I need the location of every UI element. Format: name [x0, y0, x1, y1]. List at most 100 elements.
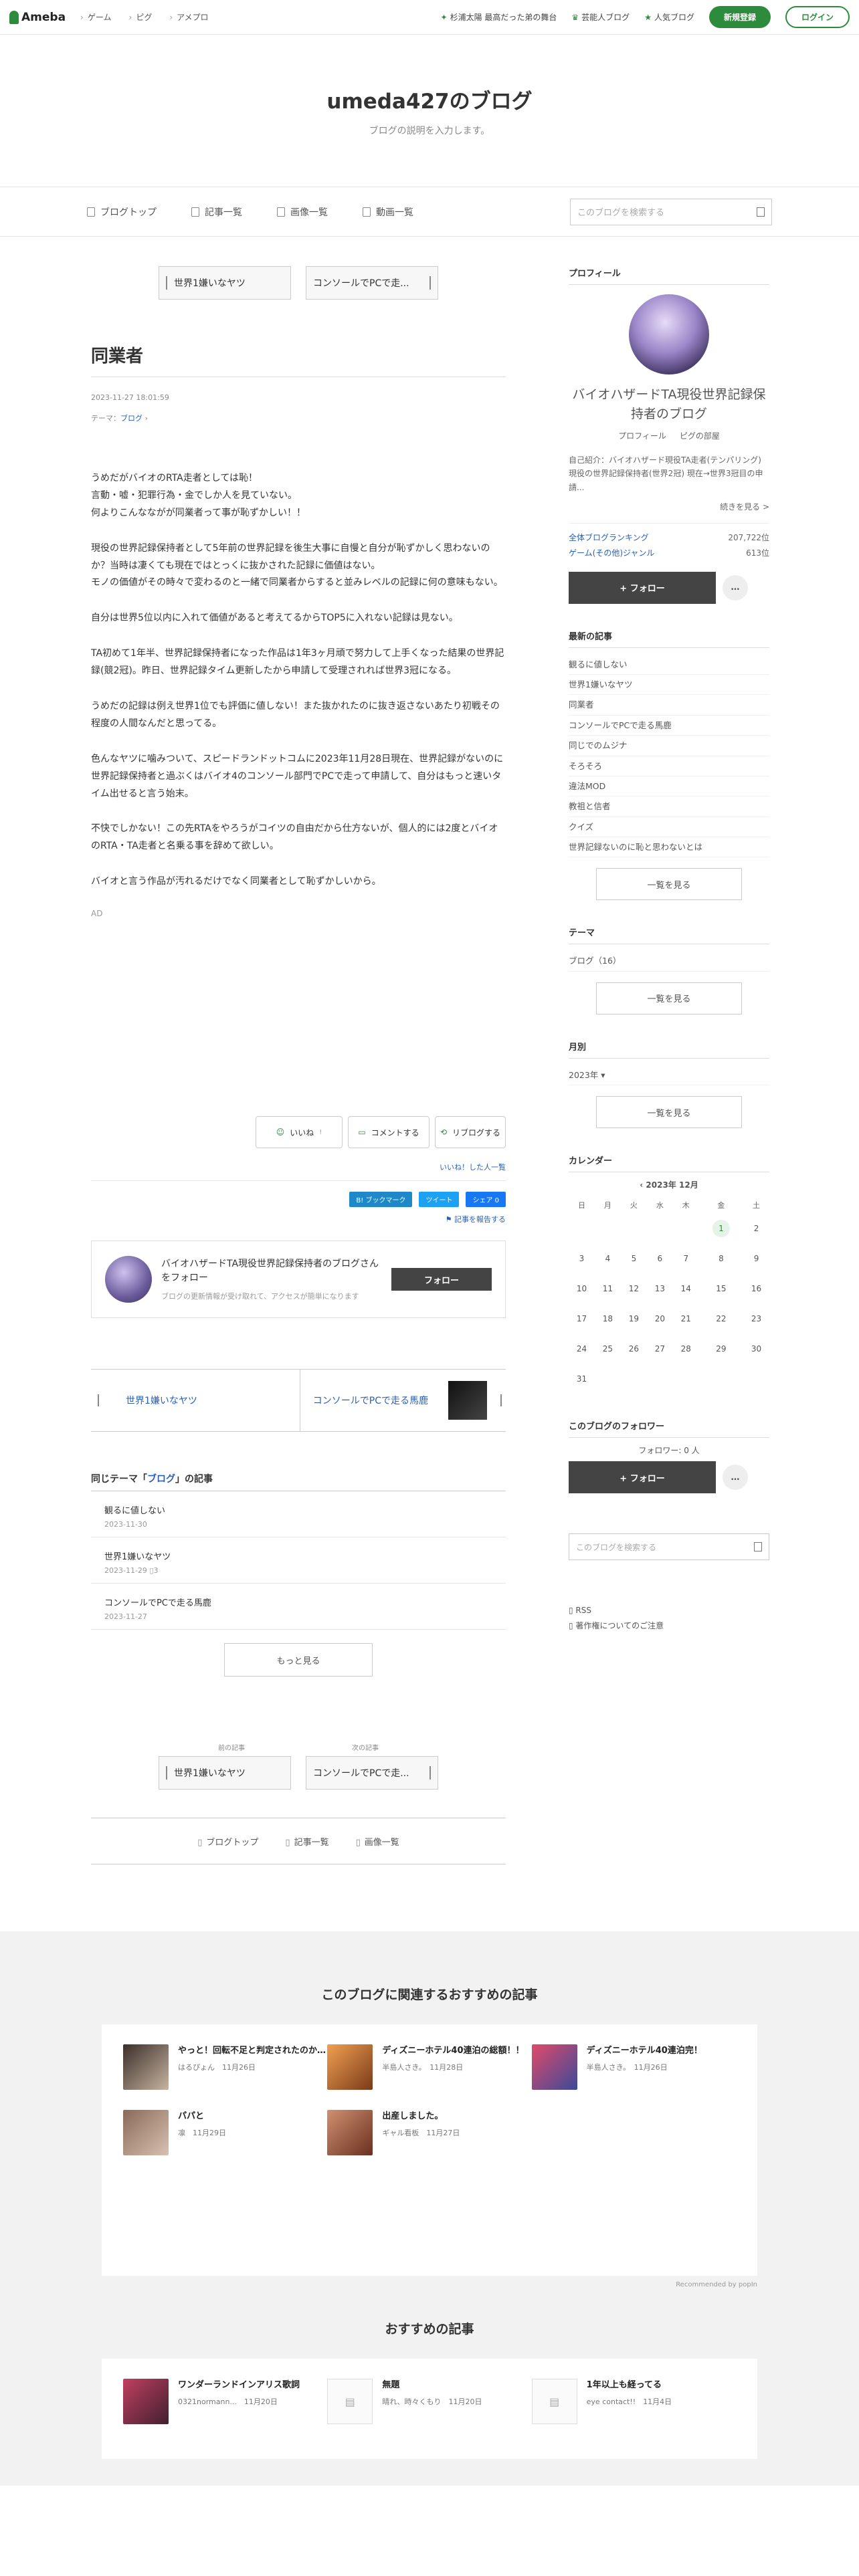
overall-ranking-link[interactable]: 全体ブログランキング: [569, 530, 649, 546]
blog-search-input[interactable]: このブログを検索する: [570, 198, 772, 225]
recent-entry-link[interactable]: 世界記録ないのに恥と思わないとは: [569, 837, 769, 858]
recent-entry-link[interactable]: クイズ: [569, 817, 769, 838]
recommend-card[interactable]: やっと！回転不足と判定されたのか… はるぴょん 11月26日: [123, 2044, 327, 2090]
nav-pigg[interactable]: ピグ: [129, 11, 152, 23]
next-entry-button[interactable]: コンソールでPCで走...: [306, 1756, 438, 1790]
calendar-day[interactable]: 17: [569, 1303, 595, 1333]
liked-users-link[interactable]: いいね！した人一覧: [91, 1162, 506, 1182]
recent-entry-link[interactable]: そろそろ: [569, 756, 769, 776]
recent-entry-link[interactable]: 世界1嫌いなヤツ: [569, 675, 769, 695]
calendar-day[interactable]: 1: [699, 1213, 743, 1243]
calendar-day[interactable]: 23: [743, 1303, 769, 1333]
calendar-day[interactable]: 19: [621, 1303, 647, 1333]
calendar-day[interactable]: 27: [647, 1333, 673, 1364]
calendar-day[interactable]: 5: [621, 1243, 647, 1273]
prev-entry-button[interactable]: 世界1嫌いなヤツ: [159, 1756, 291, 1790]
tweet-button[interactable]: ツイート: [419, 1192, 460, 1208]
popular-blog-link[interactable]: ★ 人気ブログ: [644, 11, 694, 23]
register-button[interactable]: 新規登録: [708, 6, 771, 28]
entry-theme-link[interactable]: ブログ: [120, 414, 142, 423]
nav-game[interactable]: ゲーム: [80, 11, 112, 23]
recent-entry-link[interactable]: 違法MOD: [569, 776, 769, 797]
sidebar-search-input[interactable]: このブログを検索する: [569, 1533, 769, 1561]
report-link[interactable]: ⚑ 記事を報告する: [91, 1214, 506, 1224]
calendar-day[interactable]: 31: [569, 1364, 595, 1394]
calendar-day[interactable]: 12: [621, 1273, 647, 1303]
comment-button[interactable]: ▭ コメントする: [348, 1116, 430, 1149]
calendar-day[interactable]: 30: [743, 1333, 769, 1364]
sidebar-follow-button-2[interactable]: + フォロー: [569, 1461, 716, 1494]
calendar-day[interactable]: 26: [621, 1333, 647, 1364]
same-theme-item[interactable]: 観るに値しない 2023-11-30: [91, 1491, 506, 1538]
profile-link[interactable]: プロフィール: [618, 431, 666, 441]
celebrity-blog-link[interactable]: ♛ 芸能人ブログ: [571, 11, 630, 23]
hatena-bookmark-button[interactable]: B! ブックマーク: [349, 1192, 413, 1208]
search-icon[interactable]: [757, 207, 765, 217]
ameba-logo[interactable]: Ameba: [9, 10, 66, 24]
genre-ranking-link[interactable]: ゲーム(その他)ジャンル: [569, 546, 654, 561]
next-entry-button[interactable]: コンソールでPCで走...: [306, 266, 438, 300]
more-options-icon[interactable]: …: [723, 1465, 748, 1491]
recommend-card[interactable]: ディズニーホテル40連泊完！ 半島人さき。 11月26日: [531, 2044, 736, 2090]
recommend2-card[interactable]: ワンダーランドインアリス歌詞 0321normann... 11月20日: [123, 2379, 327, 2425]
recent-more-button[interactable]: 一覧を見る: [596, 868, 742, 901]
sidebar-follow-button[interactable]: + フォロー: [569, 571, 716, 604]
recommend2-card[interactable]: ▤ 無題 晴れ、時々くもり 11月20日: [327, 2379, 531, 2425]
adjacent-next[interactable]: コンソールでPCで走る馬鹿: [299, 1370, 506, 1432]
entry-title[interactable]: 同業者: [91, 342, 506, 377]
profile-more-link[interactable]: 続きを見る >: [569, 501, 769, 512]
calendar-day[interactable]: 11: [595, 1273, 621, 1303]
recent-entry-link[interactable]: 観るに値しない: [569, 655, 769, 675]
nav-entry-list[interactable]: 記事一覧: [191, 205, 242, 219]
recent-entry-link[interactable]: 同じでのムジナ: [569, 736, 769, 756]
follow-button[interactable]: フォロー: [391, 1268, 492, 1291]
calendar-day[interactable]: 6: [647, 1243, 673, 1273]
calendar-day[interactable]: 25: [595, 1333, 621, 1364]
more-options-icon[interactable]: …: [723, 574, 748, 601]
login-button[interactable]: ログイン: [785, 6, 850, 28]
recommend-card[interactable]: パパと凛 11月29日: [123, 2110, 327, 2156]
calendar-day[interactable]: 4: [595, 1243, 621, 1273]
calendar-day[interactable]: 28: [673, 1333, 699, 1364]
theme-item[interactable]: ブログ（16）: [569, 951, 769, 972]
same-theme-link[interactable]: ブログ: [147, 1474, 175, 1485]
profile-avatar[interactable]: [629, 294, 709, 374]
bottom-nav-top[interactable]: ブログトップ: [197, 1835, 258, 1848]
calendar-day[interactable]: 3: [569, 1243, 595, 1273]
same-theme-item[interactable]: 世界1嫌いなヤツ 2023-11-29 ▯3: [91, 1537, 506, 1584]
calendar-day[interactable]: 22: [699, 1303, 743, 1333]
calendar-day[interactable]: 2: [743, 1213, 769, 1243]
pigg-room-link[interactable]: ピグの部屋: [680, 431, 720, 441]
calendar-day[interactable]: 10: [569, 1273, 595, 1303]
search-icon[interactable]: [754, 1542, 762, 1552]
prev-entry-button[interactable]: 世界1嫌いなヤツ: [159, 266, 291, 300]
calendar-day[interactable]: 29: [699, 1333, 743, 1364]
calendar-day[interactable]: 15: [699, 1273, 743, 1303]
like-button[interactable]: ☺ いいね!: [256, 1116, 343, 1149]
theme-more-button[interactable]: 一覧を見る: [596, 982, 742, 1014]
trend-link[interactable]: ✦ 杉浦太陽 最高だった弟の舞台: [441, 11, 557, 23]
calendar-day[interactable]: 24: [569, 1333, 595, 1364]
profile-name[interactable]: バイオハザードTA現役世界記録保持者のブログ: [569, 385, 769, 425]
monthly-more-button[interactable]: 一覧を見る: [596, 1096, 742, 1129]
adjacent-prev[interactable]: 世界1嫌いなヤツ: [91, 1370, 300, 1431]
calendar-day[interactable]: 18: [595, 1303, 621, 1333]
more-button[interactable]: もっと見る: [224, 1643, 373, 1677]
nav-amepro[interactable]: アメプロ: [169, 11, 208, 23]
calendar-day[interactable]: 20: [647, 1303, 673, 1333]
calendar-day[interactable]: 8: [699, 1243, 743, 1273]
recent-entry-link[interactable]: 同業者: [569, 695, 769, 716]
recommend-card[interactable]: ディズニーホテル40連泊の総額！！ 半島人さき。 11月28日: [327, 2044, 531, 2090]
rss-link[interactable]: ▯ RSS: [569, 1603, 769, 1618]
facebook-share-button[interactable]: シェア 0: [466, 1192, 506, 1208]
month-item[interactable]: 2023年 ▾: [569, 1065, 769, 1086]
recommend-card[interactable]: 出産しました。 ギャル看板 11月27日: [327, 2110, 531, 2156]
bottom-nav-images[interactable]: 画像一覧: [356, 1835, 399, 1848]
calendar-day[interactable]: 7: [673, 1243, 699, 1273]
blog-title[interactable]: umeda427のブログ: [0, 84, 859, 114]
recent-entry-link[interactable]: コンソールでPCで走る馬鹿: [569, 716, 769, 736]
copyright-link[interactable]: ▯ 著作権についてのご注意: [569, 1618, 769, 1634]
same-theme-item[interactable]: コンソールでPCで走る馬鹿 2023-11-27: [91, 1584, 506, 1630]
nav-video-list[interactable]: 動画一覧: [363, 205, 413, 219]
nav-image-list[interactable]: 画像一覧: [277, 205, 328, 219]
